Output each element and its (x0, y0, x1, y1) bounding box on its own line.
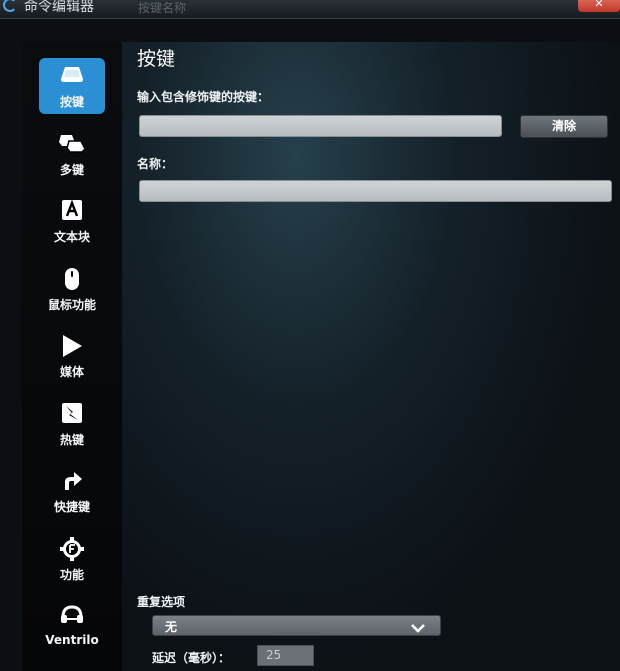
sidebar-item-label: 鼠标功能 (47, 298, 96, 312)
sidebar-item-label: 热键 (59, 433, 84, 447)
mouse-icon (39, 267, 105, 291)
title-bar: 命令编辑器 按键名称 ✕ (0, 0, 620, 19)
repeat-options-select[interactable]: 无 (152, 615, 441, 636)
sidebar-item-shortcut[interactable]: 快捷键 (39, 463, 105, 519)
sidebar-item-ventrilo[interactable]: Ventrilo (39, 598, 105, 654)
name-input[interactable] (139, 180, 612, 202)
close-icon: ✕ (594, 0, 604, 10)
window-faded-text: 按键名称 (138, 1, 187, 15)
sidebar-item-label: 功能 (59, 568, 84, 582)
clear-button[interactable]: 清除 (520, 115, 608, 138)
sidebar-item-function[interactable]: 功能 (39, 531, 105, 587)
sidebar-item-label: Ventrilo (45, 633, 99, 647)
hotkey-icon (39, 402, 105, 426)
text-block-icon (39, 199, 105, 223)
function-gear-icon (39, 537, 105, 561)
sidebar: 按键 多键 文本块 鼠标功能 媒体 热键 快捷键 功能 Ventrilo (22, 42, 123, 671)
window-title: 命令编辑器 (24, 0, 94, 15)
sidebar-item-label: 多键 (59, 163, 84, 177)
sidebar-item-label: 快捷键 (53, 500, 90, 514)
page-title: 按键 (137, 48, 176, 70)
sidebar-item-hotkey[interactable]: 热键 (39, 396, 105, 452)
sidebar-item-multikey[interactable]: 多键 (39, 126, 105, 182)
sidebar-item-text-block[interactable]: 文本块 (39, 193, 105, 249)
shortcut-arrow-icon (39, 469, 105, 493)
play-icon (39, 334, 105, 358)
close-button[interactable]: ✕ (578, 0, 620, 12)
keystroke-input[interactable] (139, 115, 502, 137)
name-label: 名称： (137, 157, 174, 171)
delay-label: 延迟（毫秒）： (152, 651, 231, 665)
sidebar-item-label: 媒体 (59, 365, 84, 379)
sidebar-item-keystroke[interactable]: 按键 (39, 58, 105, 114)
sidebar-item-label: 按键 (59, 95, 84, 109)
repeat-options-label: 重复选项 (137, 595, 186, 609)
headset-icon (39, 604, 105, 628)
sidebar-item-label: 文本块 (53, 230, 90, 244)
key-icon (39, 64, 105, 88)
chevron-down-icon (410, 619, 426, 638)
repeat-selected-value: 无 (165, 620, 178, 634)
multi-key-icon (39, 132, 105, 156)
app-logo-icon (3, 0, 17, 12)
keystroke-label: 输入包含修饰键的按键： (137, 90, 270, 104)
main-panel: 按键 输入包含修饰键的按键： 清除 名称： 重复选项 无 延迟（毫秒）： 25 (122, 42, 620, 671)
sidebar-item-mouse[interactable]: 鼠标功能 (39, 261, 105, 317)
sidebar-item-media[interactable]: 媒体 (39, 328, 105, 384)
delay-input[interactable]: 25 (257, 645, 314, 666)
